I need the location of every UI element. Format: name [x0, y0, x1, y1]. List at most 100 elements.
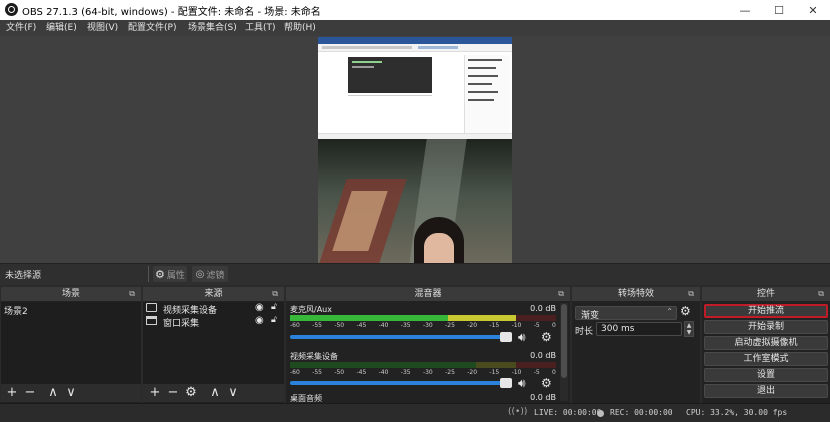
- preview-canvas[interactable]: [318, 37, 512, 263]
- channel-name: 麦克风/Aux: [290, 305, 332, 314]
- scenes-dock: 场景 ⧉ 场景2 + − ∧ ∨: [1, 287, 141, 403]
- chevron-down-icon[interactable]: ∨: [63, 385, 79, 401]
- gear-icon[interactable]: ⚙: [680, 304, 691, 318]
- menu-edit[interactable]: 编辑(E): [46, 21, 77, 35]
- chevron-up-icon[interactable]: ∧: [207, 385, 223, 401]
- window-capture-image: [318, 37, 512, 139]
- add-icon[interactable]: +: [4, 385, 20, 401]
- source-toolbar: + − ⚙ ∧ ∨: [143, 384, 284, 402]
- duration-spinner[interactable]: ▲ ▼: [684, 321, 694, 337]
- scene-item[interactable]: 场景2: [4, 304, 28, 317]
- dock-float-icon[interactable]: ⧉: [818, 287, 824, 301]
- properties-button[interactable]: ⚙ 属性: [153, 266, 187, 282]
- gear-icon[interactable]: ⚙: [541, 376, 552, 390]
- status-bar: ((•)) LIVE: 00:00:00 REC: 00:00:00 CPU: …: [0, 403, 830, 422]
- speaker-icon[interactable]: 🔊︎: [518, 376, 526, 391]
- exit-button[interactable]: 退出: [704, 384, 828, 398]
- title-bar: OBS 27.1.3 (64-bit, windows) - 配置文件: 未命名…: [0, 0, 830, 20]
- source-item-label: 视频采集设备: [163, 306, 218, 316]
- remove-icon[interactable]: −: [165, 385, 181, 401]
- mixer-channel-mic: 麦克风/Aux 0.0 dB -60 -55 -50 -45 -40 -35 -30 -25-…: [286, 302, 558, 350]
- window-icon: [146, 316, 157, 325]
- menu-scene-collection[interactable]: 场景集合(S): [188, 21, 237, 35]
- slider-handle[interactable]: [500, 332, 512, 342]
- live-timer: LIVE: 00:00:00: [534, 408, 602, 417]
- filters-button[interactable]: ◎ 滤镜: [192, 266, 228, 282]
- menu-view[interactable]: 视图(V): [87, 21, 118, 35]
- source-list[interactable]: 视频采集设备 ◉ 🔓︎ 窗口采集 ◉ 🔓︎: [143, 302, 284, 384]
- studio-mode-button[interactable]: 工作室模式: [704, 352, 828, 366]
- mixer-channel-desktop: 桌面音频 0.0 dB: [286, 392, 558, 403]
- gear-icon[interactable]: ⚙: [541, 330, 552, 344]
- slider-handle[interactable]: [500, 378, 512, 388]
- mixer-channel-video: 视频采集设备 0.0 dB -60 -55 -50 -45 -40 -35 -30 -25 -2…: [286, 349, 558, 393]
- filter-icon: ◎: [195, 268, 205, 280]
- gear-icon: ⚙: [155, 267, 165, 281]
- filters-label: 滤镜: [206, 270, 225, 281]
- transitions-dock: 转场特效 ⧉ 渐变 ⌃ ⚙ 时长 300 ms ▲ ▼: [572, 287, 700, 403]
- camera-icon: [146, 303, 157, 312]
- source-item-label: 窗口采集: [163, 319, 200, 329]
- transition-select[interactable]: 渐变 ⌃: [575, 306, 677, 321]
- record-icon: [597, 410, 604, 417]
- close-button[interactable]: ✕: [796, 0, 830, 20]
- start-virtual-camera-button[interactable]: 启动虚拟摄像机: [704, 336, 828, 350]
- channel-name: 桌面音频: [290, 394, 322, 403]
- lock-icon[interactable]: 🔓︎: [271, 302, 277, 312]
- dock-float-icon[interactable]: ⧉: [272, 287, 278, 301]
- add-icon[interactable]: +: [147, 385, 163, 401]
- transition-select-value: 渐变: [581, 311, 600, 321]
- volume-slider[interactable]: [290, 378, 512, 388]
- speaker-icon[interactable]: 🔊︎: [518, 330, 526, 345]
- start-streaming-button[interactable]: 开始推流: [704, 304, 828, 318]
- eye-icon[interactable]: ◉: [255, 315, 264, 326]
- source-item-window[interactable]: 窗口采集 ◉ 🔓︎: [143, 315, 284, 329]
- source-item-video[interactable]: 视频采集设备 ◉ 🔓︎: [143, 302, 284, 316]
- volume-meter-level: [290, 315, 517, 321]
- mixer-scrollbar[interactable]: [560, 303, 568, 401]
- scene-toolbar: + − ∧ ∨: [1, 384, 141, 402]
- start-recording-button[interactable]: 开始录制: [704, 320, 828, 334]
- eye-icon[interactable]: ◉: [255, 302, 264, 313]
- duration-input[interactable]: 300 ms: [596, 322, 682, 336]
- menu-file[interactable]: 文件(F): [6, 21, 36, 35]
- maximize-button[interactable]: ☐: [762, 0, 796, 20]
- channel-db: 0.0 dB: [530, 393, 556, 402]
- menu-help[interactable]: 帮助(H): [284, 21, 316, 35]
- obs-logo-icon: [5, 3, 18, 16]
- sources-dock: 来源 ⧉ 视频采集设备 ◉ 🔓︎ 窗口采集 ◉ 🔓︎ + − ⚙ ∧ ∨: [143, 287, 284, 403]
- rec-timer: REC: 00:00:00: [610, 408, 673, 417]
- channel-db: 0.0 dB: [530, 304, 556, 313]
- updown-icon: ⌃: [666, 307, 673, 316]
- dock-float-icon[interactable]: ⧉: [688, 287, 694, 301]
- video-capture-image: [318, 139, 512, 263]
- source-toolbar: 未选择源 ⚙ 属性 ◎ 滤镜: [0, 263, 830, 285]
- channel-db: 0.0 dB: [530, 351, 556, 360]
- channel-name: 视频采集设备: [290, 352, 338, 361]
- menu-profile[interactable]: 配置文件(P): [128, 21, 176, 35]
- properties-label: 属性: [166, 270, 185, 281]
- menu-tools[interactable]: 工具(T): [245, 21, 276, 35]
- scenes-dock-title: 场景 ⧉: [1, 287, 141, 301]
- volume-meter: [290, 315, 556, 321]
- settings-button[interactable]: 设置: [704, 368, 828, 382]
- menu-bar: 文件(F) 编辑(E) 视图(V) 配置文件(P) 场景集合(S) 工具(T) …: [0, 20, 830, 36]
- meter-scale: -60 -55 -50 -45 -40 -35 -30 -25 -20 -15 -10 -5 0: [290, 322, 556, 329]
- dock-float-icon[interactable]: ⧉: [558, 287, 564, 301]
- duration-value: 300 ms: [601, 324, 635, 334]
- remove-icon[interactable]: −: [22, 385, 38, 401]
- controls-dock-title: 控件 ⧉: [702, 287, 830, 301]
- sources-dock-title: 来源 ⧉: [143, 287, 284, 301]
- gear-icon[interactable]: ⚙: [183, 385, 199, 401]
- no-source-label: 未选择源: [5, 271, 42, 281]
- live-icon: ((•)): [508, 407, 528, 417]
- minimize-button[interactable]: —: [728, 0, 762, 20]
- volume-slider[interactable]: [290, 332, 512, 342]
- scene-list[interactable]: 场景2: [1, 302, 141, 384]
- meter-scale: -60 -55 -50 -45 -40 -35 -30 -25 -20 -15 -10 -5 0: [290, 369, 556, 376]
- lock-icon[interactable]: 🔓︎: [271, 315, 277, 325]
- chevron-down-icon[interactable]: ∨: [225, 385, 241, 401]
- dock-float-icon[interactable]: ⧉: [129, 287, 135, 301]
- transitions-dock-title: 转场特效 ⧉: [572, 287, 700, 301]
- chevron-up-icon[interactable]: ∧: [45, 385, 61, 401]
